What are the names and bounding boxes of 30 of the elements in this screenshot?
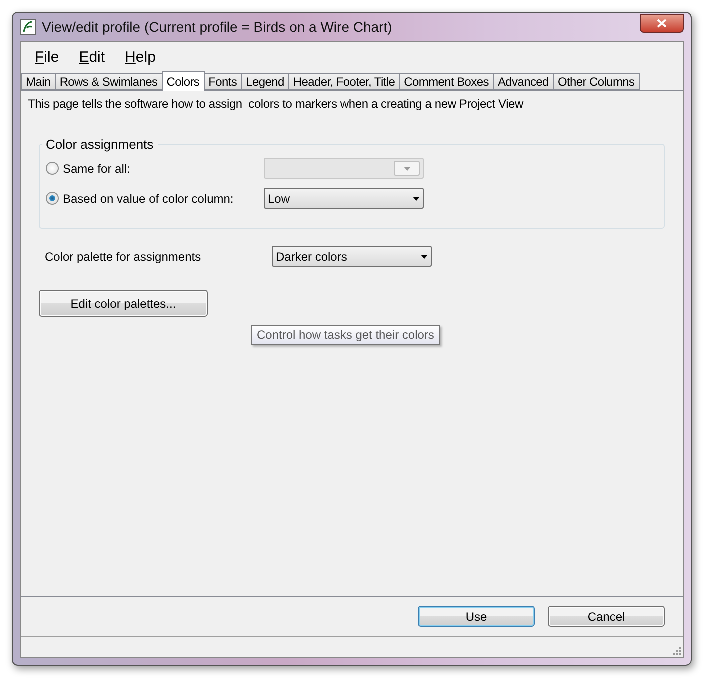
dropdown-arrow-icon — [404, 166, 410, 170]
group-title: Color assignments — [42, 137, 158, 152]
description-text: This page tells the software how to assign colors to markers when a creating a new Project View — [28, 97, 525, 111]
tab[interactable]: Comment Boxes — [399, 73, 494, 90]
window-title: View/edit profile (Current profile = Birds on a Wire Chart) — [42, 19, 394, 35]
tab[interactable]: Colors — [162, 71, 205, 91]
menu-item[interactable]: Edit — [71, 46, 114, 68]
resize-grip-icon — [672, 646, 681, 655]
dropdown-arrow-icon — [421, 254, 428, 258]
close-button[interactable] — [640, 14, 684, 32]
menu-item[interactable]: Help — [117, 46, 164, 68]
close-icon — [657, 18, 667, 28]
app-icon — [20, 19, 36, 35]
tooltip: Control how tasks get their colors — [251, 325, 440, 345]
tab[interactable]: Advanced — [492, 73, 554, 90]
dropdown[interactable]: Darker colors — [272, 246, 432, 267]
dropdown[interactable]: Low — [264, 188, 424, 209]
palette-label: Color palette for assignments — [45, 250, 202, 264]
tab[interactable]: Legend — [241, 73, 290, 90]
tab[interactable]: Header, Footer, Title — [288, 73, 400, 90]
radio-button[interactable] — [46, 192, 59, 205]
edit-palettes-button[interactable]: Edit color palettes... — [39, 290, 208, 317]
tab[interactable]: Fonts — [204, 73, 242, 90]
tab[interactable]: Other Columns — [552, 73, 640, 90]
dialog-button[interactable]: Use — [418, 606, 535, 627]
tab[interactable]: Main — [21, 73, 56, 90]
tab[interactable]: Rows & Swimlanes — [54, 73, 163, 90]
dialog-button[interactable]: Cancel — [548, 606, 665, 627]
dropdown-arrow-icon — [413, 196, 420, 200]
menu-item[interactable]: File — [27, 46, 68, 68]
